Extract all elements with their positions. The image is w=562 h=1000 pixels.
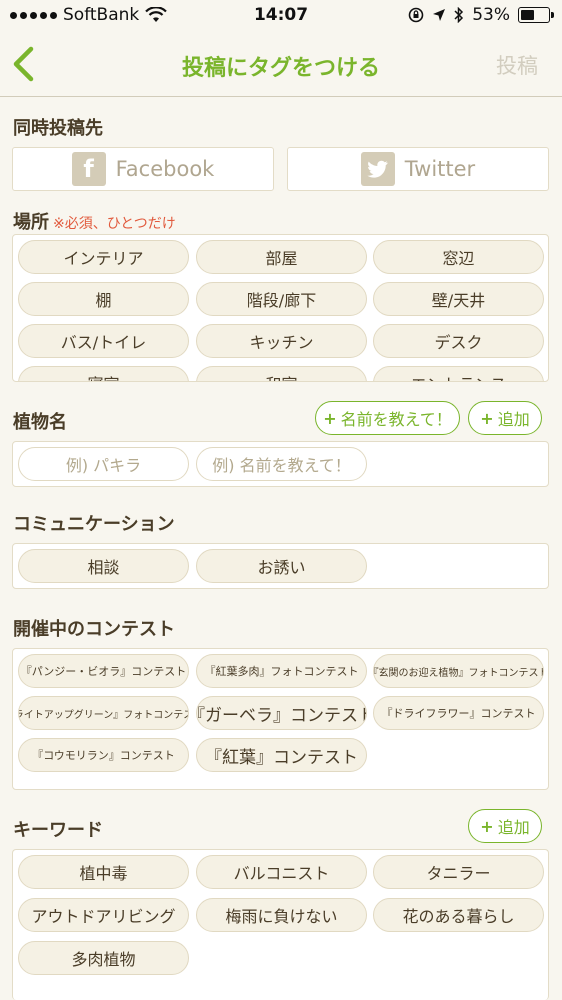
ask-name-label: 名前を教えて！ xyxy=(340,410,452,429)
plus-icon: + xyxy=(480,408,494,428)
contest-tag[interactable]: 『パンジー・ビオラ』コンテスト xyxy=(18,654,189,688)
keyword-tag[interactable]: 花のある暮らし xyxy=(373,898,544,932)
add-keyword-label: 追加 xyxy=(497,818,530,837)
post-button[interactable]: 投稿 xyxy=(496,50,538,80)
navigation-bar: 投稿にタグをつける 投稿 xyxy=(0,32,562,97)
facebook-button[interactable]: f Facebook xyxy=(12,147,274,191)
place-tag[interactable]: バス/トイレ xyxy=(18,324,189,358)
bluetooth-icon xyxy=(454,7,464,23)
keyword-section-label: キーワード xyxy=(13,820,103,841)
rotation-lock-icon xyxy=(408,7,424,23)
plant-name-input[interactable]: 例) 名前を教えて！ xyxy=(196,447,367,481)
plant-name-input[interactable]: 例) パキラ xyxy=(18,447,189,481)
facebook-icon: f xyxy=(71,152,106,186)
place-tag[interactable]: キッチン xyxy=(196,324,367,358)
contest-tag[interactable]: 『ガーベラ』コンテスト xyxy=(196,696,367,730)
contest-tag-panel: 『パンジー・ビオラ』コンテスト 『紅葉多肉』フォトコンテスト 『玄関のお迎え植物… xyxy=(12,648,549,790)
place-tag[interactable]: デスク xyxy=(373,324,544,358)
twitter-label: Twitter xyxy=(404,157,476,181)
place-tag[interactable]: 棚 xyxy=(18,282,189,316)
place-tag[interactable]: 窓辺 xyxy=(373,240,544,274)
place-tag[interactable]: エントランス xyxy=(373,366,544,381)
place-tag-panel[interactable]: インテリア 部屋 窓辺 棚 階段/廊下 壁/天井 バス/トイレ キッチン デスク… xyxy=(12,234,549,382)
facebook-label: Facebook xyxy=(115,157,215,181)
keyword-tag[interactable]: バルコニスト xyxy=(196,855,367,889)
keyword-tag-panel: 植中毒 バルコニスト タニラー アウトドアリビング 梅雨に負けない 花のある暮ら… xyxy=(12,849,549,1000)
share-section-label: 同時投稿先 xyxy=(13,118,103,139)
keyword-tag[interactable]: アウトドアリビング xyxy=(18,898,189,932)
add-plant-label: 追加 xyxy=(497,410,530,429)
page-title: 投稿にタグをつける xyxy=(181,56,380,81)
battery-icon xyxy=(518,7,554,23)
place-tag[interactable]: 階段/廊下 xyxy=(196,282,367,316)
ask-name-button[interactable]: + 名前を教えて！ xyxy=(315,401,460,435)
keyword-tag[interactable]: 植中毒 xyxy=(18,855,189,889)
plant-name-panel: 例) パキラ 例) 名前を教えて！ xyxy=(12,441,549,487)
keyword-tag[interactable]: 梅雨に負けない xyxy=(196,898,367,932)
keyword-tag[interactable]: タニラー xyxy=(373,855,544,889)
contest-tag[interactable]: 『紅葉』コンテスト xyxy=(196,738,367,772)
status-icons: 53% xyxy=(408,5,554,25)
plus-icon: + xyxy=(480,816,494,836)
communication-tag[interactable]: 相談 xyxy=(18,549,189,583)
contest-tag[interactable]: 『ライトアップグリーン』フォトコンテスト xyxy=(18,696,189,730)
place-tag[interactable]: 壁/天井 xyxy=(373,282,544,316)
keyword-tag[interactable]: 多肉植物 xyxy=(18,941,189,975)
contest-tag[interactable]: 『玄関のお迎え植物』フォトコンテスト xyxy=(373,654,544,688)
place-tag[interactable]: インテリア xyxy=(18,240,189,274)
communication-section-label: コミュニケーション xyxy=(13,514,175,535)
status-bar: SoftBank 14:07 53% xyxy=(0,0,562,32)
add-keyword-button[interactable]: + 追加 xyxy=(468,809,542,843)
contest-section-label: 開催中のコンテスト xyxy=(13,619,175,640)
plant-section-label: 植物名 xyxy=(13,412,67,433)
place-tag[interactable]: 和室 xyxy=(196,366,367,381)
twitter-icon xyxy=(360,152,395,186)
communication-tag[interactable]: お誘い xyxy=(196,549,367,583)
twitter-button[interactable]: Twitter xyxy=(287,147,549,191)
place-required-note: ※必須、ひとつだけ xyxy=(53,216,176,232)
place-tag[interactable]: 部屋 xyxy=(196,240,367,274)
place-section-label: 場所 ※必須、ひとつだけ xyxy=(13,208,176,234)
contest-tag[interactable]: 『紅葉多肉』フォトコンテスト xyxy=(196,654,367,688)
place-tag[interactable]: 寝室 xyxy=(18,366,189,381)
communication-tag-panel: 相談 お誘い xyxy=(12,543,549,589)
add-plant-button[interactable]: + 追加 xyxy=(468,401,542,435)
plus-icon: + xyxy=(323,408,337,428)
contest-tag[interactable]: 『ドライフラワー』コンテスト xyxy=(373,696,544,730)
contest-tag[interactable]: 『コウモリラン』コンテスト xyxy=(18,738,189,772)
place-label: 場所 xyxy=(13,212,49,233)
battery-percent: 53% xyxy=(472,5,510,25)
location-icon xyxy=(433,9,446,21)
